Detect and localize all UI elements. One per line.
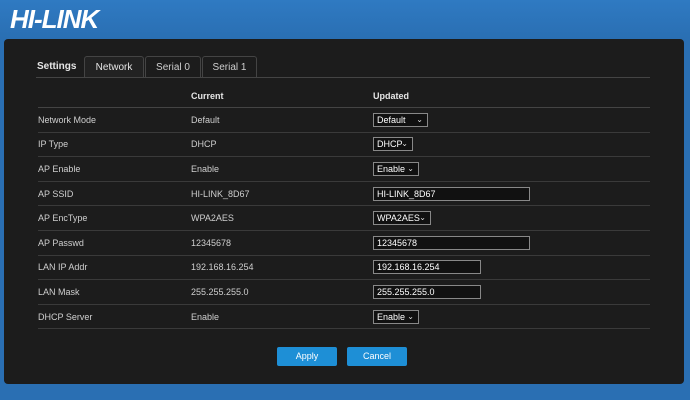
row-current: WPA2AES (191, 205, 373, 231)
table-row: AP SSID HI-LINK_8D67 HI-LINK_8D67 (38, 181, 650, 207)
settings-table: Current Updated Network Mode Default Def… (38, 85, 650, 330)
row-label: LAN Mask (38, 279, 191, 305)
row-label: AP EncType (38, 205, 191, 231)
row-label: AP Enable (38, 156, 191, 182)
chevron-down-icon: ⌄ (419, 213, 426, 223)
hilink-logo: HI-LINK (10, 4, 99, 34)
row-current: DHCP (191, 132, 373, 158)
tab-network[interactable]: Network (84, 56, 144, 78)
tab-serial-0[interactable]: Serial 0 (145, 56, 201, 78)
table-row: IP Type DHCP DHCP ⌄ (38, 132, 650, 158)
table-header-row: Current Updated (38, 85, 650, 108)
tab-divider (36, 77, 650, 78)
row-current: Enable (191, 304, 373, 330)
header-name (38, 85, 191, 108)
row-label: AP SSID (38, 181, 191, 207)
select-value: Enable (377, 163, 406, 174)
table-row: LAN Mask 255.255.255.0 255.255.255.0 (38, 279, 650, 305)
row-current: 192.168.16.254 (191, 255, 373, 281)
row-label: AP Passwd (38, 230, 191, 256)
ap-enable-select[interactable]: Enable ⌄ (373, 161, 419, 176)
select-value: WPA2AES (377, 213, 420, 224)
table-row: LAN IP Addr 192.168.16.254 192.168.16.25… (38, 255, 650, 281)
chevron-down-icon: ⌄ (407, 311, 414, 321)
row-label: LAN IP Addr (38, 255, 191, 281)
chevron-down-icon: ⌄ (416, 114, 423, 124)
header-current: Current (191, 85, 373, 108)
ip-type-select[interactable]: DHCP ⌄ (373, 137, 413, 152)
dhcp-server-select[interactable]: Enable ⌄ (373, 309, 419, 324)
chevron-down-icon: ⌄ (401, 139, 408, 149)
ap-ssid-input[interactable]: HI-LINK_8D67 (373, 186, 530, 201)
table-row: Network Mode Default Default ⌄ (38, 107, 650, 133)
table-row: DHCP Server Enable Enable ⌄ (38, 304, 650, 330)
chevron-down-icon: ⌄ (407, 163, 414, 173)
row-current: HI-LINK_8D67 (191, 181, 373, 207)
select-value: DHCP (377, 139, 403, 150)
table-row: AP Enable Enable Enable ⌄ (38, 156, 650, 182)
apply-button[interactable]: Apply (277, 347, 337, 366)
settings-panel: Settings Network Serial 0 Serial 1 Curre… (4, 39, 684, 384)
row-current: 12345678 (191, 230, 373, 256)
table-row: AP EncType WPA2AES WPA2AES ⌄ (38, 205, 650, 231)
row-label: Network Mode (38, 107, 191, 133)
network-mode-select[interactable]: Default ⌄ (373, 112, 428, 127)
lan-mask-input[interactable]: 255.255.255.0 (373, 284, 481, 299)
cancel-button[interactable]: Cancel (347, 347, 407, 366)
settings-label: Settings (37, 61, 77, 72)
row-label: DHCP Server (38, 304, 191, 330)
ap-enctype-select[interactable]: WPA2AES ⌄ (373, 211, 431, 226)
select-value: Default (377, 114, 406, 125)
row-current: Default (191, 107, 373, 133)
table-row: AP Passwd 12345678 12345678 (38, 230, 650, 256)
tab-serial-1[interactable]: Serial 1 (202, 56, 257, 78)
top-banner: HI-LINK (0, 0, 690, 38)
row-current: 255.255.255.0 (191, 279, 373, 305)
select-value: Enable (377, 311, 406, 322)
header-updated: Updated (373, 85, 650, 108)
row-current: Enable (191, 156, 373, 182)
lan-ip-input[interactable]: 192.168.16.254 (373, 260, 481, 275)
ap-passwd-input[interactable]: 12345678 (373, 235, 530, 250)
row-label: IP Type (38, 132, 191, 158)
